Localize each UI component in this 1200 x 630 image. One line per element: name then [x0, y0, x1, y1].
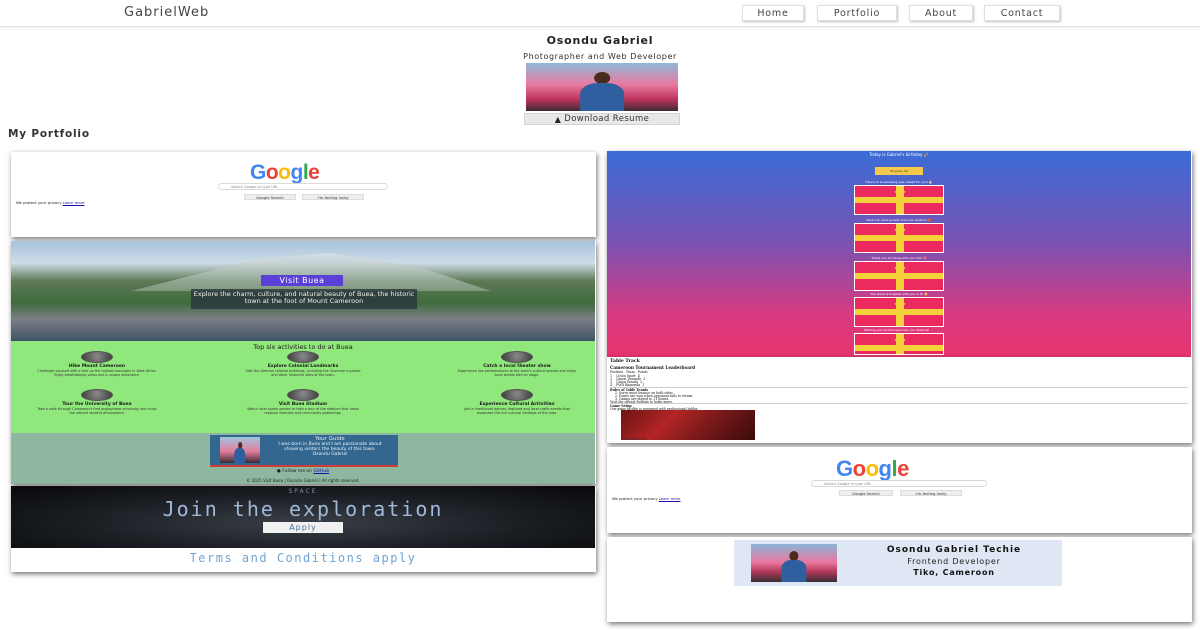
gift-box[interactable]: ❋: [854, 333, 944, 355]
divider: [610, 403, 1188, 404]
activity-image: [81, 389, 113, 401]
activity-card: Tour the University of Buea Take a walk …: [37, 389, 157, 415]
doc-title: Table Track: [610, 359, 640, 364]
privacy-note: We protect your privacy Learn more: [16, 200, 85, 205]
guide-card: Your Guide I was born in Buea and I am p…: [210, 435, 398, 467]
gift-box[interactable]: ❋: [854, 223, 944, 253]
activity-image: [287, 389, 319, 401]
activity-desc: Join in traditional dances, festivals an…: [464, 407, 570, 415]
hero-name: Osondu Gabriel: [546, 34, 654, 47]
activity-image: [501, 351, 533, 363]
guide-text-block: Your Guide I was born in Buea and I am p…: [270, 436, 390, 457]
navbar: GabrielWeb Home Portfolio About Contact: [0, 0, 1200, 27]
bow-icon: ❋: [894, 333, 906, 349]
activity-desc: Challenge yourself with a trek up the hi…: [37, 369, 157, 377]
nav-portfolio-link[interactable]: Portfolio: [817, 5, 897, 21]
terms-text: Terms and Conditions apply: [189, 551, 417, 565]
guide-photo: [220, 437, 260, 463]
follow-line: ● Follow me on GitHub: [276, 469, 330, 474]
download-resume-button[interactable]: ▲ Download Resume: [524, 113, 680, 125]
portfolio-card-table-track[interactable]: Table Track Cameroon Tournament Leaderbo…: [607, 357, 1192, 443]
birthday-tag: 30 years old: [875, 167, 923, 175]
activity-desc: Watch local sports games or take a tour …: [247, 407, 359, 415]
github-link[interactable]: GitHub: [313, 469, 329, 474]
guide-description: I was born in Buea and I am passionate a…: [278, 442, 382, 452]
learn-more-link[interactable]: Learn more: [63, 200, 85, 205]
portfolio-card-google-clone[interactable]: Google Search Google or type URL Google …: [11, 152, 596, 237]
google-search-button[interactable]: Google Search: [839, 490, 893, 496]
activity-image: [501, 389, 533, 401]
space-label: SPACE: [288, 488, 318, 495]
portfolio-title: My Portfolio: [8, 128, 90, 140]
buea-footer: Your Guide I was born in Buea and I am p…: [11, 433, 595, 484]
gift-box[interactable]: ❋: [854, 297, 944, 327]
table-tennis-photo: [621, 410, 755, 440]
profile-card-photo: [751, 544, 837, 582]
brand-logo[interactable]: GabrielWeb: [124, 5, 209, 20]
birthday-caption: Here's to more growth and new dreams! 🎁: [866, 218, 932, 222]
portfolio-card-profile[interactable]: Osondu Gabriel Techie Frontend Developer…: [607, 537, 1192, 622]
hero-subtitle: Photographer and Web Developer: [523, 52, 677, 61]
portfolio-card-birthday[interactable]: Today is Gabriel's birthday 🎉 30 years o…: [607, 151, 1192, 357]
activity-desc: Take a walk through Cameroon's first ang…: [37, 407, 157, 415]
nav-contact-link[interactable]: Contact: [984, 5, 1060, 21]
bow-icon: ❋: [894, 261, 906, 277]
activity-card: Hike Mount Cameroon Challenge yourself w…: [37, 351, 157, 377]
activity-card: Experience Cultural Activities Join in t…: [457, 389, 577, 415]
learn-more-link[interactable]: Learn more: [659, 496, 681, 501]
space-title: Join the exploration: [162, 497, 444, 521]
download-icon: ▲: [554, 114, 562, 124]
profile-card-role: Frontend Developer: [907, 557, 1001, 566]
bow-icon: ❋: [894, 297, 906, 313]
nav-about-link[interactable]: About: [909, 5, 973, 21]
google-logo: Google: [836, 456, 909, 481]
portfolio-card-visit-buea[interactable]: Visit Buea Explore the charm, culture, a…: [11, 241, 596, 484]
apply-button[interactable]: Apply: [263, 522, 343, 533]
activity-card: Explore Colonial Landmarks Visit the Ger…: [243, 351, 363, 377]
google-search-input[interactable]: Search Google or type URL: [218, 183, 388, 190]
activity-card: Catch a local theater show Experience li…: [457, 351, 577, 377]
google-search-input[interactable]: Search Google or type URL: [811, 480, 987, 487]
github-icon: ●: [276, 469, 281, 474]
activity-image: [81, 351, 113, 363]
activity-desc: Experience live performances at the town…: [457, 369, 577, 377]
gift-box[interactable]: ❋: [854, 261, 944, 291]
birthday-caption: The world is brighter with you in it! 🌟: [870, 292, 928, 296]
bow-icon: ❋: [894, 223, 906, 239]
photo-caption: Table Tennis Hall: [621, 437, 648, 441]
activity-card: Visit Buea Stadium Watch local sports ga…: [243, 389, 363, 415]
feeling-lucky-button[interactable]: I'm feeling lucky: [302, 194, 364, 200]
birthday-title: Today is Gabriel's birthday 🎉: [869, 152, 929, 157]
visit-buea-button[interactable]: Visit Buea: [261, 275, 343, 286]
portfolio-card-space[interactable]: SPACE Join the exploration Apply Terms a…: [11, 486, 596, 572]
divider: [610, 387, 1188, 388]
activity-image: [287, 351, 319, 363]
person-figure: [576, 71, 628, 111]
activities-heading: Top six activities to do at Buea: [253, 343, 353, 351]
google-search-button[interactable]: Google Search: [244, 194, 296, 200]
buea-tagline: Explore the charm, culture, and natural …: [191, 289, 417, 309]
profile-card-location: Tiko, Cameroon: [913, 568, 995, 577]
google-logo: Google: [250, 161, 320, 184]
guide-name: Osondu Gabriel: [312, 452, 348, 457]
profile-photo: [526, 63, 678, 111]
buea-copyright: © 2025 Visit Buea | Osondu Gabriel | All…: [246, 478, 360, 483]
activities-section: Top six activities to do at Buea Hike Mo…: [11, 341, 595, 433]
download-resume-label: Download Resume: [564, 114, 650, 124]
portfolio-card-google-clone-2[interactable]: Google Search Google or type URL Google …: [607, 447, 1192, 533]
profile-card-box: Osondu Gabriel Techie Frontend Developer…: [734, 540, 1062, 586]
profile-card-name: Osondu Gabriel Techie: [886, 545, 1022, 555]
birthday-caption: Thank you for being who you are! 💖: [871, 256, 927, 260]
gift-box[interactable]: ❋: [854, 185, 944, 215]
nav-home-link[interactable]: Home: [742, 5, 804, 21]
privacy-note: We protect your privacy Learn more: [612, 496, 681, 501]
feeling-lucky-button[interactable]: I'm feeling lucky: [900, 490, 962, 496]
bow-icon: ❋: [894, 185, 906, 201]
birthday-caption: Wishing you all the happiness you deserv…: [863, 328, 935, 332]
birthday-caption: Here's to an amazing year ahead for you!…: [865, 180, 933, 184]
activity-desc: Visit the German colonial buildings, inc…: [245, 369, 361, 377]
